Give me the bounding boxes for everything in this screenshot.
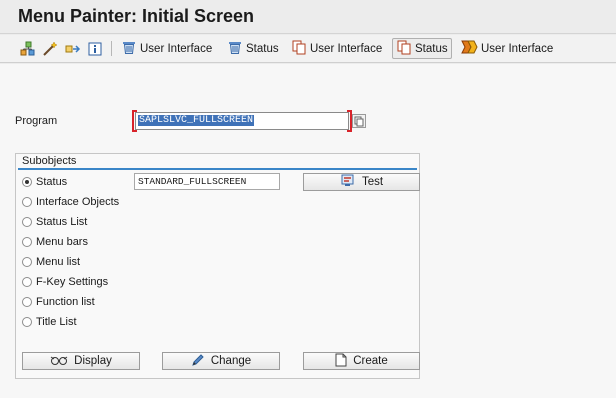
program-input-value: SAPLSLVC_FULLSCREEN xyxy=(138,115,255,126)
button-label: Test xyxy=(361,176,384,188)
delete-status-button[interactable]: Status xyxy=(224,38,282,59)
create-button[interactable]: Create xyxy=(303,352,420,370)
radio-label: Status xyxy=(36,176,68,188)
info-icon[interactable] xyxy=(85,39,104,58)
program-label: Program xyxy=(15,115,58,127)
check-icon xyxy=(461,39,478,58)
status-input[interactable]: STANDARD_FULLSCREEN xyxy=(134,173,280,190)
delete-icon xyxy=(227,39,243,58)
radio-button[interactable] xyxy=(22,317,32,327)
page-title: Menu Painter: Initial Screen xyxy=(18,6,255,26)
delete-icon xyxy=(121,39,137,58)
value-help-icon[interactable] xyxy=(352,114,366,128)
group-title: Subobjects xyxy=(22,155,77,167)
change-button[interactable]: Change xyxy=(162,352,280,370)
copy-icon xyxy=(396,39,412,58)
copy-status-button[interactable]: Status xyxy=(392,38,452,59)
radio-button[interactable] xyxy=(22,277,32,287)
radio-label: Title List xyxy=(36,316,77,328)
test-button[interactable]: Test xyxy=(303,173,420,191)
radio-fkey-settings[interactable]: F-Key Settings xyxy=(22,274,108,290)
subobjects-group: Subobjects Status STANDARD_FULLSCREEN Te… xyxy=(15,153,420,379)
radio-menu-list[interactable]: Menu list xyxy=(22,254,80,270)
radio-label: Function list xyxy=(36,296,95,308)
move-icon[interactable] xyxy=(63,39,82,58)
magic-wand-icon[interactable] xyxy=(40,39,59,58)
check-user-interface-button[interactable]: User Interface xyxy=(458,38,556,59)
radio-status[interactable]: Status xyxy=(22,174,67,190)
application-toolbar: User Interface Status User Interface Sta… xyxy=(0,35,616,63)
radio-interface-objects[interactable]: Interface Objects xyxy=(22,194,119,210)
button-label: Status xyxy=(246,42,279,55)
button-label: Create xyxy=(353,355,388,367)
button-label: User Interface xyxy=(481,42,554,55)
group-title-underline xyxy=(18,168,417,170)
radio-button[interactable] xyxy=(22,177,32,187)
title-bar: Menu Painter: Initial Screen xyxy=(0,0,616,34)
radio-label: Menu bars xyxy=(36,236,88,248)
radio-title-list[interactable]: Title List xyxy=(22,314,77,330)
radio-button[interactable] xyxy=(22,297,32,307)
button-label: User Interface xyxy=(310,42,383,55)
radio-button[interactable] xyxy=(22,237,32,247)
delete-user-interface-button[interactable]: User Interface xyxy=(118,38,215,59)
radio-label: Status List xyxy=(36,216,88,228)
radio-menu-bars[interactable]: Menu bars xyxy=(22,234,88,250)
radio-button[interactable] xyxy=(22,197,32,207)
radio-function-list[interactable]: Function list xyxy=(22,294,95,310)
radio-status-list[interactable]: Status List xyxy=(22,214,87,230)
display-button[interactable]: Display xyxy=(22,352,140,370)
radio-label: Menu list xyxy=(36,256,81,268)
test-icon xyxy=(340,174,356,191)
radio-label: Interface Objects xyxy=(36,196,120,208)
radio-label: F-Key Settings xyxy=(36,276,109,288)
radio-button[interactable] xyxy=(22,217,32,227)
copy-icon xyxy=(291,39,307,58)
button-label: User Interface xyxy=(140,42,213,55)
program-field[interactable]: SAPLSLVC_FULLSCREEN xyxy=(132,110,352,132)
toolbar-separator xyxy=(111,41,112,56)
radio-button[interactable] xyxy=(22,257,32,267)
glasses-icon xyxy=(50,354,68,369)
new-document-icon xyxy=(335,353,347,370)
button-label: Change xyxy=(210,355,252,367)
hierarchy-icon[interactable] xyxy=(18,39,37,58)
pencil-icon xyxy=(191,353,205,370)
program-input[interactable]: SAPLSLVC_FULLSCREEN xyxy=(135,112,349,130)
copy-user-interface-button[interactable]: User Interface xyxy=(288,38,385,59)
button-label: Display xyxy=(74,355,112,367)
button-label: Status xyxy=(415,42,448,55)
